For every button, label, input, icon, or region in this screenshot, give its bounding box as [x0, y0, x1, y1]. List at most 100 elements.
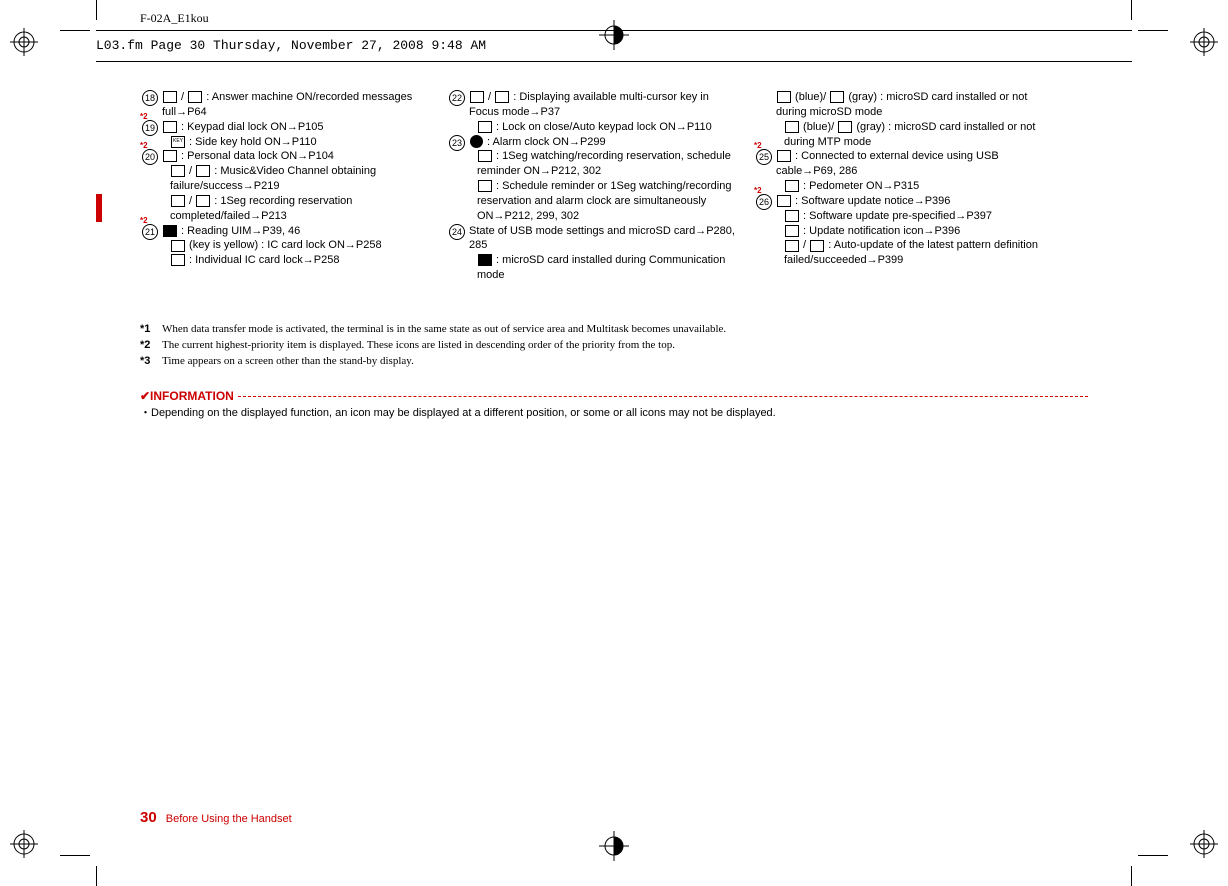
- status-icon: [478, 254, 492, 266]
- item-line: / : Answer machine ON/recorded messages …: [162, 90, 433, 120]
- status-icon: [196, 195, 210, 207]
- item-line: : Individual IC card lock→P258: [162, 253, 433, 268]
- item-number: 24: [449, 224, 465, 240]
- information-block: ✔INFORMATION ・Depending on the displayed…: [140, 388, 1088, 421]
- list-item: *226 : Software update notice→P396 : Sof…: [754, 194, 1047, 268]
- item-line: : Schedule reminder or 1Seg watching/rec…: [469, 179, 740, 224]
- item-line: (blue)/ (gray) : microSD card installed …: [776, 90, 1047, 120]
- item-line: (key is yellow) : IC card lock ON→P258: [162, 238, 433, 253]
- crop-mark-icon: [60, 855, 90, 856]
- item-line: / : Displaying available multi-cursor ke…: [469, 90, 740, 120]
- list-item: *221 : Reading UIM→P39, 46 (key is yello…: [140, 224, 433, 269]
- crop-mark-icon: [1131, 0, 1132, 20]
- item-number: 22: [449, 90, 465, 106]
- header-filename: F-02A_E1kou: [140, 10, 209, 26]
- status-icon: [163, 150, 177, 162]
- status-icon: [478, 180, 492, 192]
- item-line: : Alarm clock ON→P299: [469, 135, 740, 150]
- status-icon: [478, 150, 492, 162]
- column-3: (blue)/ (gray) : microSD card installed …: [754, 90, 1047, 283]
- item-line: : microSD card installed during Communic…: [469, 253, 740, 283]
- registration-target-icon: [1190, 830, 1218, 858]
- footnote-row: *3Time appears on a screen other than th…: [140, 354, 1090, 369]
- footnote-row: *1When data transfer mode is activated, …: [140, 322, 1090, 337]
- status-icon: [470, 91, 484, 103]
- item-number: 18: [142, 90, 158, 106]
- footnote-label: *3: [140, 354, 162, 369]
- status-icon: [163, 225, 177, 237]
- list-item: *220 : Personal data lock ON→P104 / : Mu…: [140, 149, 433, 223]
- status-icon: [470, 135, 483, 148]
- status-icon: [171, 240, 185, 252]
- status-icon: [838, 121, 852, 133]
- item-line: : Pedometer ON→P315: [776, 179, 1047, 194]
- status-icon: [810, 240, 824, 252]
- footnote-text: When data transfer mode is activated, th…: [162, 322, 726, 337]
- footnote-text: Time appears on a screen other than the …: [162, 354, 414, 369]
- list-item: 22 / : Displaying available multi-cursor…: [447, 90, 740, 135]
- status-icon: [171, 254, 185, 266]
- item-line: / : Auto-update of the latest pattern de…: [776, 238, 1047, 268]
- list-item: 24State of USB mode settings and microSD…: [447, 224, 740, 283]
- item-line: : 1Seg watching/recording reservation, s…: [469, 149, 740, 179]
- item-line: : Personal data lock ON→P104: [162, 149, 433, 164]
- crop-mark-icon: [1131, 866, 1132, 886]
- item-line: : Lock on close/Auto keypad lock ON→P110: [469, 120, 740, 135]
- column-2: 22 / : Displaying available multi-cursor…: [447, 90, 740, 283]
- dashed-rule: [238, 396, 1088, 397]
- item-line: KEY : Side key hold ON→P110: [162, 135, 433, 150]
- item-line: : Keypad dial lock ON→P105: [162, 120, 433, 135]
- page-tab: [96, 194, 102, 222]
- footnote-text: The current highest-priority item is dis…: [162, 338, 675, 353]
- status-icon: [163, 121, 177, 133]
- fold-mark-icon: [599, 831, 629, 866]
- page-footer: 30 Before Using the Handset: [140, 808, 292, 828]
- key-icon: KEY: [171, 136, 185, 148]
- status-icon: [777, 195, 791, 207]
- status-icon: [171, 165, 185, 177]
- item-number: 20: [142, 149, 158, 165]
- item-line: : Software update notice→P396: [776, 194, 1047, 209]
- item-line: : Software update pre-specified→P397: [776, 209, 1047, 224]
- status-icon: [188, 91, 202, 103]
- status-icon: [785, 210, 799, 222]
- page-number: 30: [140, 809, 157, 826]
- bullet-prefix: ・: [140, 407, 151, 419]
- footnote-row: *2The current highest-priority item is d…: [140, 338, 1090, 353]
- item-line: : Connected to external device using USB…: [776, 149, 1047, 179]
- status-icon: [777, 91, 791, 103]
- crop-mark-icon: [1138, 855, 1168, 856]
- status-icon: [171, 195, 185, 207]
- status-icon: [163, 91, 177, 103]
- item-number: 25: [756, 149, 772, 165]
- status-icon: [196, 165, 210, 177]
- item-number: 23: [449, 135, 465, 151]
- status-icon: [785, 225, 799, 237]
- footnotes: *1When data transfer mode is activated, …: [140, 322, 1090, 370]
- status-icon: [830, 91, 844, 103]
- item-line: : Reading UIM→P39, 46: [162, 224, 433, 239]
- item-number: 19: [142, 120, 158, 136]
- footnote-label: *2: [140, 338, 162, 353]
- list-item: *225 : Connected to external device usin…: [754, 149, 1047, 194]
- item-text: State of USB mode settings and microSD c…: [469, 224, 740, 254]
- crop-mark-icon: [60, 30, 90, 31]
- footnote-label: *1: [140, 322, 162, 337]
- column-1: 18 / : Answer machine ON/recorded messag…: [140, 90, 433, 283]
- crop-mark-icon: [96, 0, 97, 20]
- item-number: 26: [756, 194, 772, 210]
- status-icon: [785, 180, 799, 192]
- status-icon: [785, 121, 799, 133]
- registration-target-icon: [10, 830, 38, 858]
- crop-mark-icon: [96, 866, 97, 886]
- section-title: Before Using the Handset: [166, 813, 292, 825]
- list-item: (blue)/ (gray) : microSD card installed …: [754, 90, 1047, 149]
- item-line: : Update notification icon→P396: [776, 224, 1047, 239]
- list-item: 23 : Alarm clock ON→P299 : 1Seg watching…: [447, 135, 740, 224]
- information-title: ✔INFORMATION: [140, 388, 234, 404]
- registration-target-icon: [1190, 28, 1218, 56]
- list-item: *219 : Keypad dial lock ON→P105KEY : Sid…: [140, 120, 433, 150]
- status-icon: [495, 91, 509, 103]
- item-line: (blue)/ (gray) : microSD card installed …: [776, 120, 1047, 150]
- information-body: ・Depending on the displayed function, an…: [140, 406, 1088, 421]
